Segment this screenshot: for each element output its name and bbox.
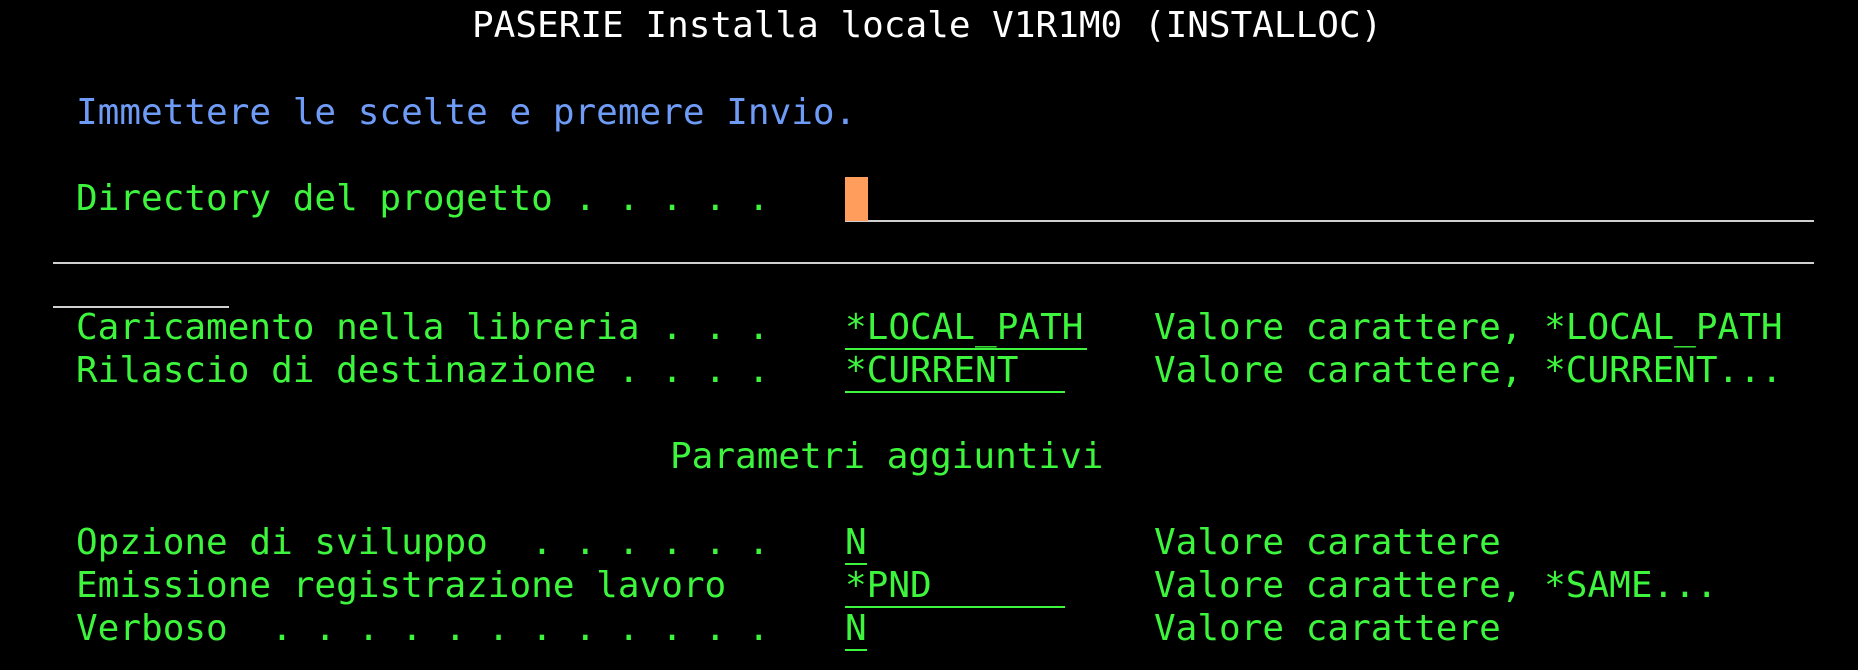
verbose-input[interactable]: N [845,607,867,651]
instruction-text: Immettere le scelte e premere Invio. [76,92,857,133]
release-input[interactable]: *CURRENT [845,349,1065,393]
library-input[interactable]: *LOCAL_PATH [845,306,1087,350]
dev-option-input[interactable]: N [845,521,867,565]
separator-line [53,262,1814,264]
library-label: Caricamento nella libreria . . . [76,307,770,348]
dev-option-label: Opzione di sviluppo . . . . . . [76,522,770,563]
project-directory-label: Directory del progetto . . . . . [76,178,770,219]
verbose-hint: Valore carattere [1154,608,1501,649]
job-log-input[interactable]: *PND [845,564,1065,608]
screen-title: PASERIE Installa locale V1R1M0 (INSTALLO… [472,5,1383,46]
text-cursor [845,177,868,221]
section-header-additional: Parametri aggiuntivi [670,436,1104,477]
verbose-label: Verboso . . . . . . . . . . . . [76,608,770,649]
job-log-label: Emissione registrazione lavoro [76,565,727,606]
job-log-hint: Valore carattere, *SAME... [1154,565,1718,606]
library-hint: Valore carattere, *LOCAL_PATH [1154,307,1783,348]
project-directory-input[interactable] [845,177,1814,222]
release-label: Rilascio di destinazione . . . . [76,350,770,391]
release-hint: Valore carattere, *CURRENT... [1154,350,1783,391]
dev-option-hint: Valore carattere [1154,522,1501,563]
